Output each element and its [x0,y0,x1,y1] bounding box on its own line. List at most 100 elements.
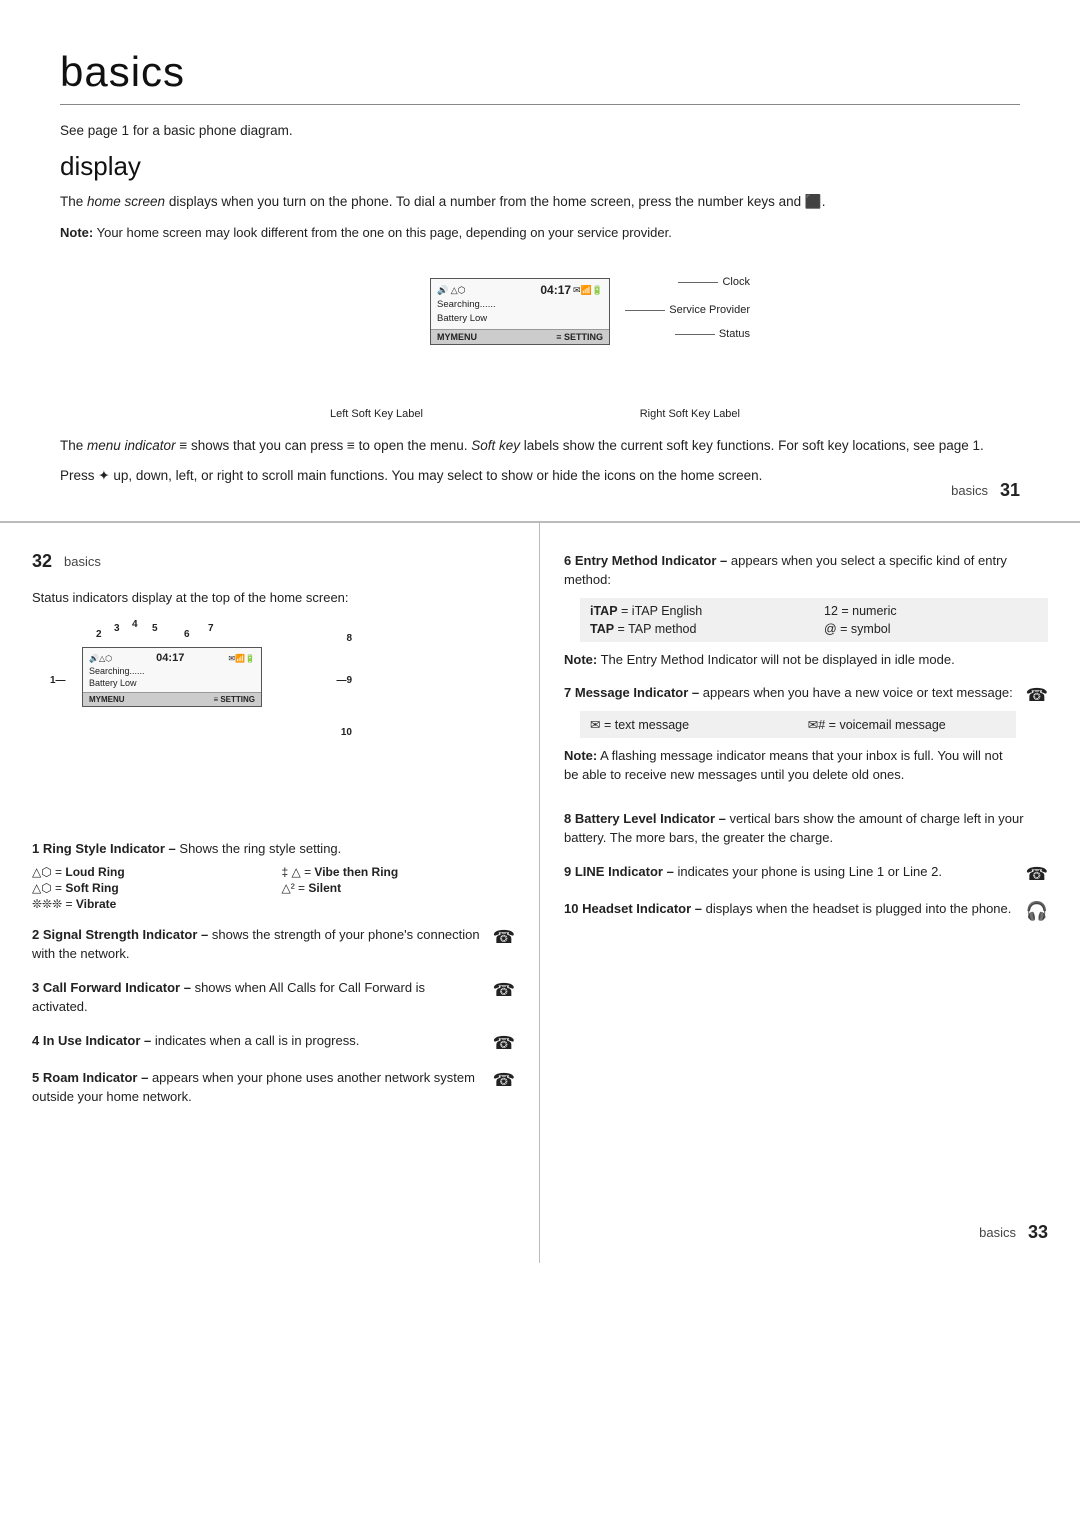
intro-text: See page 1 for a basic phone diagram. [60,121,1020,141]
indicator-item-4: 4 In Use Indicator – indicates when a ca… [32,1031,515,1054]
num-label-9: —9 [336,675,352,686]
sp-label-text: Service Provider [669,304,750,316]
top-page-number: 31 [1000,480,1020,501]
phone-diagram2-outer: 🔊△⬡ 04:17 ✉📶🔋 Searching...... Battery Lo… [32,619,352,819]
item3-icon: ☎ [493,980,515,1001]
indicator-item-5: 5 Roam Indicator – appears when your pho… [32,1068,515,1107]
item1-sub1: △⬡ = Loud Ring [32,865,266,879]
num-label-3: 3 [114,623,120,634]
phone-top-right: 04:17 ✉📶🔋 [540,283,603,297]
phone-mymenu: MYMENU [437,332,477,342]
item1-title: Ring Style Indicator – [43,841,176,856]
indicator-item-2: 2 Signal Strength Indicator – shows the … [32,925,515,964]
indicator-item-8: 8 Battery Level Indicator – vertical bar… [564,809,1048,848]
display-para1: The home screen displays when you turn o… [60,192,1020,212]
item1-num: 1 [32,841,39,856]
pd2-icons: ✉📶🔋 [228,654,255,663]
item6-note: Note: The Entry Method Indicator will no… [564,650,1048,670]
page32-intro: Status indicators display at the top of … [32,588,515,608]
num-label-6: 6 [184,629,190,640]
indicator-item-1: 1 Ring Style Indicator – Shows the ring … [32,839,515,911]
item1-sub5: ❊❊❊ = Vibrate [32,897,266,911]
item2-title: Signal Strength Indicator – [43,927,208,942]
phone-battery-low: Battery Low [437,312,603,325]
item5-title: Roam Indicator – [43,1070,148,1085]
clock-label-text: Clock [722,276,750,288]
page33-label: basics [979,1225,1016,1240]
bottom-spread: 3 2 basics Status indicators display at t… [0,523,1080,1263]
indicator-item-3: 3 Call Forward Indicator – shows when Al… [32,978,515,1017]
phone-searching: Searching...... [437,297,603,312]
phone-diagram-container: 🔊 △⬡ 04:17 ✉📶🔋 Searching...... Battery L… [60,260,1020,420]
num-label-7: 7 [208,623,214,634]
item1-sub3: △⬡ = Soft Ring [32,881,266,895]
item1-sub: △⬡ = Loud Ring ‡ △ = Vibe then Ring △⬡ =… [32,865,515,911]
pd2-time: 04:17 [156,652,184,664]
rsk-label-text: Right Soft Key Label [640,408,740,420]
item5-num: 5 [32,1070,39,1085]
item10-num: 10 [564,901,578,916]
item1-desc: Shows the ring style setting. [179,841,341,856]
item7-num: 7 [564,685,571,700]
num-label-5: 5 [152,623,158,634]
phone-setting: ≡ SETTING [556,332,603,342]
display-para2: The menu indicator ≡ shows that you can … [60,436,1020,456]
item7-icon: ☎ [1026,685,1048,706]
item9-desc: indicates your phone is using Line 1 or … [677,864,942,879]
item6-s3: TAP = TAP method [590,622,804,636]
soft-key-italic: Soft key [471,438,520,453]
label-rsk: Right Soft Key Label [640,408,740,420]
item10-title: Headset Indicator – [582,901,702,916]
item10-desc: displays when the headset is plugged int… [706,901,1012,916]
phone-right-icons: ✉📶🔋 [573,285,603,296]
pd2-searching: Searching...... [89,664,255,678]
display-heading: display [60,151,1020,182]
note-label-7: Note: [564,748,597,763]
status-label-text: Status [719,328,750,340]
lsk-label-text: Left Soft Key Label [330,408,423,420]
item6-s4: @ = symbol [824,622,1038,636]
home-screen-italic: home screen [87,194,165,209]
item9-num: 9 [564,864,571,879]
item1-sub2: ‡ △ = Vibe then Ring [282,865,516,879]
item6-title: Entry Method Indicator – [575,553,727,568]
pd2-top-left: 🔊△⬡ [89,654,112,663]
item4-desc: indicates when a call is in progress. [155,1033,360,1048]
item9-icon: ☎ [1026,864,1048,885]
indicator-item-7: 7 Message Indicator – appears when you h… [564,683,1048,795]
pd2-mymenu: MYMENU [89,695,125,704]
item3-num: 3 [32,980,39,995]
num-label-1: 1— [50,675,66,686]
item5-icon: ☎ [493,1070,515,1091]
top-page: basics See page 1 for a basic phone diag… [0,0,1080,523]
phone-softkey-bar: MYMENU ≡ SETTING [431,330,609,344]
item7-sub: ✉ = text message ✉# = voicemail message [580,711,1016,738]
pd2-softkeys: MYMENU ≡ SETTING [83,693,261,706]
page-32: 32 basics Status indicators display at t… [0,523,540,1263]
item9-title: LINE Indicator – [575,864,674,879]
pd2-battery: Battery Low [89,678,255,688]
item6-sub: iTAP = iTAP English 12 = numeric TAP = T… [580,598,1048,642]
num-label-2: 2 [96,629,102,640]
item8-title: Battery Level Indicator – [575,811,726,826]
item3-title: Call Forward Indicator – [43,980,191,995]
item4-num: 4 [32,1033,39,1048]
item4-icon: ☎ [493,1033,515,1054]
menu-indicator-italic: menu indicator [87,438,176,453]
item8-num: 8 [564,811,571,826]
page33-number: 33 [1028,1222,1048,1243]
item6-s1: iTAP = iTAP English [590,604,804,618]
indicator-item-9: 9 LINE Indicator – indicates your phone … [564,862,1048,885]
item2-num: 2 [32,927,39,942]
page33-footer: basics 33 [979,1222,1048,1243]
item7-s2: ✉# = voicemail message [808,717,1006,732]
item6-num: 6 [564,553,571,568]
page-number-area: basics 31 [951,480,1020,501]
item7-content: 7 Message Indicator – appears when you h… [564,683,1016,795]
note1-label: Note: [60,225,93,240]
phone-diagram: 🔊 △⬡ 04:17 ✉📶🔋 Searching...... Battery L… [430,278,610,345]
top-page-label: basics [951,483,988,498]
pd2-setting: ≡ SETTING [213,695,255,704]
label-clock: Clock [678,276,750,288]
item7-s1: ✉ = text message [590,717,788,732]
